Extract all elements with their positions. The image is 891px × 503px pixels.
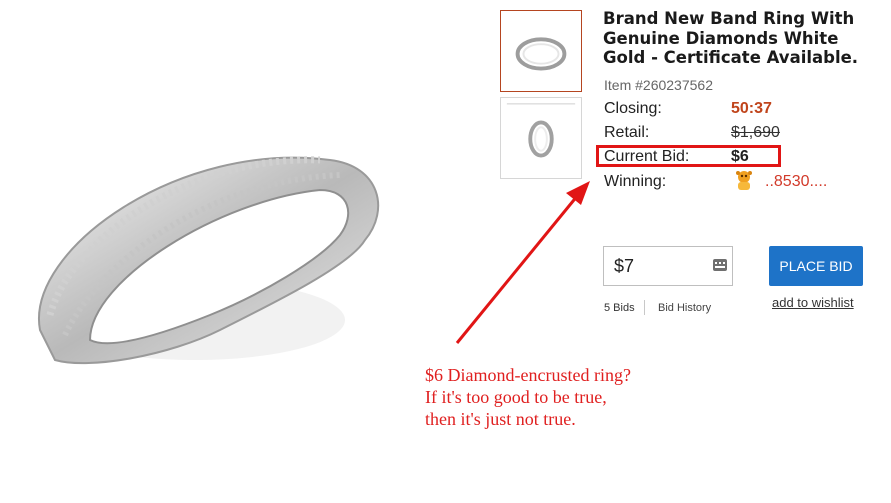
keypad-icon[interactable] — [713, 259, 727, 271]
bid-history-link[interactable]: Bid History — [658, 302, 711, 314]
bids-separator — [644, 300, 645, 315]
place-bid-button[interactable]: PLACE BID — [769, 246, 863, 286]
product-main-image — [20, 100, 390, 410]
retail-value: $1,690 — [731, 124, 780, 141]
annotation-text: $6 Diamond-encrusted ring? If it's too g… — [425, 364, 631, 430]
annotation-line-1: $6 Diamond-encrusted ring? — [425, 365, 631, 385]
add-to-wishlist-link[interactable]: add to wishlist — [772, 295, 854, 310]
winner-avatar-icon — [734, 169, 754, 191]
bids-count: 5 Bids — [604, 302, 635, 314]
current-bid-highlight — [596, 145, 781, 167]
annotation-line-3: then it's just not true. — [425, 409, 576, 429]
thumbnail-1[interactable] — [500, 10, 582, 92]
retail-label: Retail: — [604, 124, 650, 141]
closing-value: 50:37 — [731, 100, 772, 117]
item-number: Item #260237562 — [604, 77, 713, 93]
thumbnail-2[interactable] — [500, 97, 582, 179]
winning-label: Winning: — [604, 173, 667, 190]
closing-label: Closing: — [604, 100, 662, 117]
listing-title: Brand New Band Ring With Genuine Diamond… — [603, 9, 859, 67]
annotation-line-2: If it's too good to be true, — [425, 387, 607, 407]
winning-user: ..8530.... — [765, 173, 828, 190]
